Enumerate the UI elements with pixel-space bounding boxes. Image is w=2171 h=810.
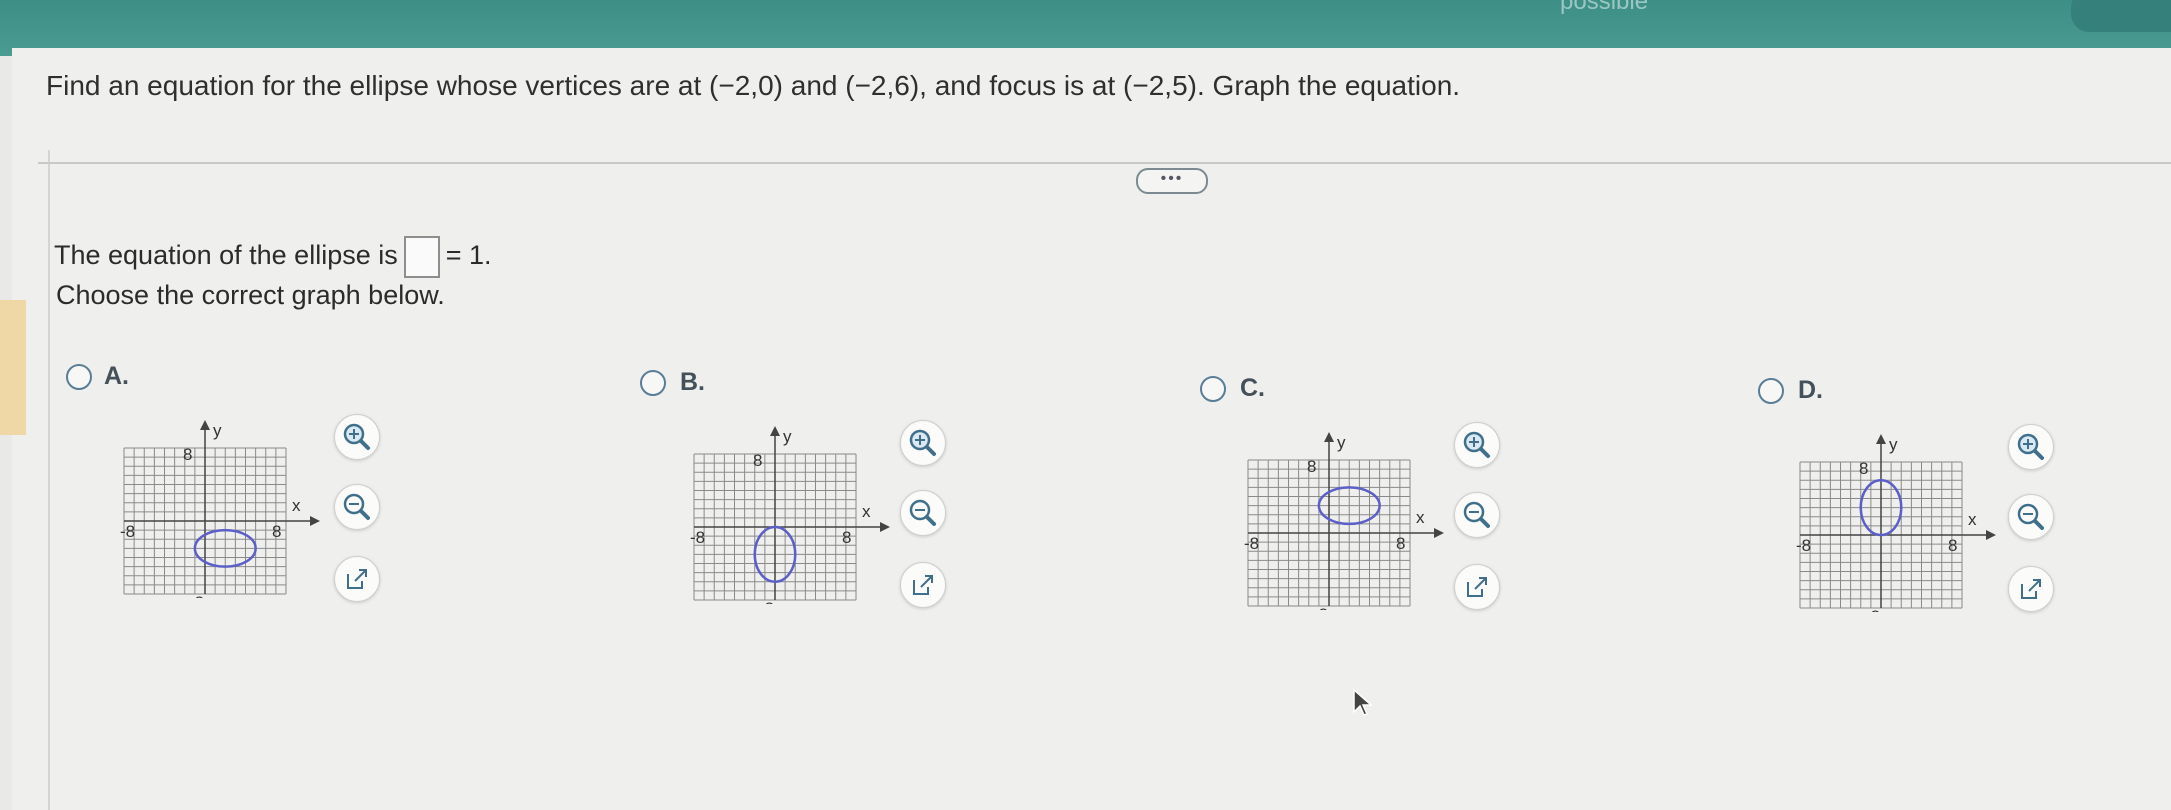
zoom-in-icon [909,429,936,456]
x-axis-arrow [1434,528,1444,538]
y-max-label: 8 [753,451,762,470]
graph-option-c: yx8-8-88 [1234,420,1454,624]
x-max-label: 8 [1396,534,1405,553]
y-axis-arrow [1876,434,1886,444]
x-min-label: -8 [1244,534,1259,553]
y-max-label: 8 [1859,459,1868,478]
external-link-icon [913,575,933,595]
radio-option-c[interactable] [1200,376,1226,402]
y-axis-arrow [770,426,780,436]
option-c-label: C. [1240,374,1265,402]
x-axis-label: x [292,496,301,515]
x-min-label: -8 [690,528,705,547]
y-min-label: -8 [1865,607,1880,612]
zoom-in-icon [343,423,370,450]
x-axis-arrow [1986,530,1996,540]
radio-option-d[interactable] [1758,378,1784,404]
mouse-cursor-icon [1353,688,1373,716]
open-graph-button-b[interactable] [900,562,946,608]
y-max-label: 8 [183,445,192,464]
y-axis-arrow [1324,432,1334,442]
x-min-label: -8 [120,522,135,541]
equation-input[interactable] [403,236,440,278]
open-graph-button-d[interactable] [2008,566,2054,612]
x-axis-label: x [1968,510,1977,529]
zoom-out-icon [343,493,370,520]
option-b-label: B. [680,368,705,396]
y-axis-label: y [1889,435,1898,454]
y-max-label: 8 [1307,457,1316,476]
option-a-label: A. [104,362,129,390]
zoom-in-button-b[interactable] [900,420,946,466]
divider [38,162,2171,164]
zoom-out-icon [1463,501,1490,528]
radio-option-b[interactable] [640,370,666,396]
graph-option-a: yx8-8-88 [110,408,330,612]
open-graph-button-a[interactable] [334,556,380,602]
left-accent-strip [0,300,26,435]
y-axis-label: y [1337,433,1346,452]
equation-suffix: = 1. [445,240,492,271]
external-link-icon [2021,579,2041,599]
zoom-in-icon [1463,431,1490,458]
x-axis-label: x [1416,508,1425,527]
choose-instruction: Choose the correct graph below. [56,280,445,310]
zoom-in-icon [2017,433,2044,460]
more-button[interactable]: ••• [1136,168,1208,194]
x-max-label: 8 [272,522,281,541]
y-axis-arrow [200,420,210,430]
x-max-label: 8 [1948,536,1957,555]
left-border [48,150,50,810]
equation-prefix: The equation of the ellipse is [54,240,398,271]
x-axis-arrow [880,522,890,532]
x-min-label: -8 [1796,536,1811,555]
equation-line: The equation of the ellipse is = 1. [54,236,492,278]
zoom-in-button-a[interactable] [334,414,380,460]
radio-option-a[interactable] [66,364,92,390]
zoom-out-button-b[interactable] [900,490,946,536]
zoom-in-button-c[interactable] [1454,422,1500,468]
external-link-icon [347,569,367,589]
graph-option-b: yx8-8-88 [680,414,900,618]
graph-option-d: yx8-8-88 [1786,422,2006,626]
zoom-out-button-c[interactable] [1454,492,1500,538]
x-axis-arrow [310,516,320,526]
zoom-out-button-d[interactable] [2008,494,2054,540]
option-d-label: D. [1798,376,1823,404]
topbar-hint: possible [1560,0,1649,15]
open-graph-button-c[interactable] [1454,564,1500,610]
zoom-in-button-d[interactable] [2008,424,2054,470]
zoom-out-icon [909,499,936,526]
x-axis-label: x [862,502,871,521]
y-axis-label: y [213,421,222,440]
y-min-label: -8 [1313,605,1328,610]
y-axis-label: y [783,427,792,446]
y-min-label: -8 [189,593,204,598]
zoom-out-button-a[interactable] [334,484,380,530]
y-min-label: -8 [759,599,774,604]
submit-button[interactable] [2071,0,2171,32]
question-text: Find an equation for the ellipse whose v… [46,70,1461,101]
x-max-label: 8 [842,528,851,547]
zoom-out-icon [2017,503,2044,530]
external-link-icon [1467,577,1487,597]
